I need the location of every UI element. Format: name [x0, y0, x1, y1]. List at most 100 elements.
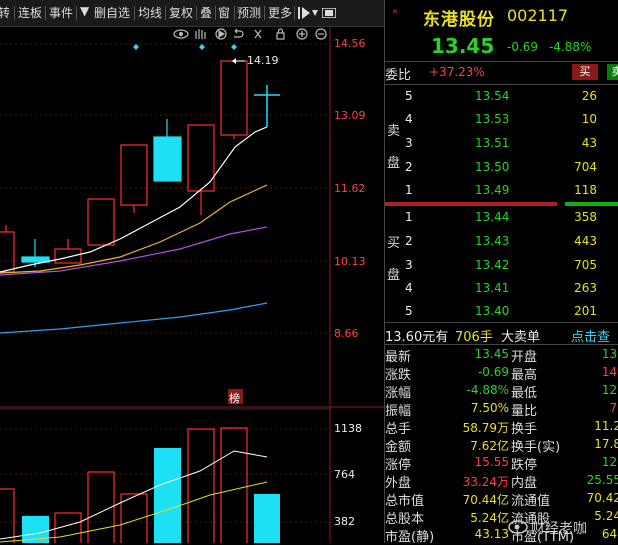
ask-price: 13.49 [475, 183, 510, 197]
stat-value: 58.79万 [462, 421, 509, 435]
bid-volume: 443 [574, 234, 597, 248]
watermark-text: 财经老咖 [531, 521, 587, 537]
vol-bar-up [220, 427, 248, 543]
ask-volume: 43 [581, 136, 597, 150]
window-button[interactable]: 窗 [218, 4, 230, 21]
event-marker [231, 44, 237, 50]
click-to-view-link[interactable]: 点击查 [571, 326, 610, 345]
stat-label: 内盘 [511, 476, 538, 491]
bid-price: 13.44 [475, 210, 510, 224]
stat-value: 33.24万 [462, 475, 509, 489]
stat-label: 市盈(静) [385, 530, 435, 545]
toolbar-item-events[interactable]: 事件 [49, 4, 73, 21]
toolbar-item-zhuan[interactable]: 转 [0, 4, 10, 21]
bigorder-price-text: 13.60元有 [385, 330, 449, 345]
stat-value: 43.13 [474, 527, 509, 541]
stat-label: 总手 [385, 422, 412, 437]
bid-level: 2 [405, 234, 413, 248]
price-tick: 14.56 [334, 37, 366, 50]
bid-volume: 705 [574, 258, 597, 272]
bid-level: 3 [405, 258, 413, 272]
ask-level: 1 [405, 183, 413, 197]
undo-icon [234, 28, 244, 38]
overlay-button[interactable]: 叠 [200, 4, 212, 21]
stat-value: 5.24亿 [470, 511, 509, 525]
vol-bar-up [120, 493, 148, 543]
forecast-button[interactable]: 预测 [237, 4, 261, 21]
pin-arrow-icon[interactable] [298, 6, 318, 20]
event-marker [199, 44, 205, 50]
bid-volume: 263 [574, 281, 597, 295]
price-change-pct: -4.88% [549, 40, 592, 54]
last-price: 13.45 [431, 34, 495, 58]
ask-level: 3 [405, 136, 413, 150]
volume-bars [0, 427, 280, 543]
stat-value: 11.2 [594, 419, 618, 433]
stat-value: 12. [601, 383, 618, 397]
remove-watchlist-button[interactable]: 删自选 [94, 4, 130, 21]
flag-icon: ᴿ [393, 9, 398, 20]
event-marker [133, 44, 139, 50]
ma-button[interactable]: 均线 [138, 4, 162, 21]
candles [0, 60, 280, 273]
scissors-icon [254, 29, 262, 39]
vol-bar-down [254, 494, 280, 543]
ask-price: 13.51 [475, 136, 510, 150]
ask-price: 13.53 [475, 112, 510, 126]
stat-label: 量比 [511, 404, 538, 419]
kline-chart[interactable]: 14.56 13.09 11.62 10.13 8.66 1138 764 38… [0, 27, 384, 543]
bid-price: 13.42 [475, 258, 510, 272]
sell-button[interactable]: 卖 [607, 64, 618, 80]
stat-label: 振幅 [385, 404, 412, 419]
sell-side-label: 卖盘 [387, 124, 401, 171]
stat-value: 7.62亿 [470, 439, 509, 453]
ask-volume: 10 [581, 112, 597, 126]
quote-panel: ᴿ 东港股份 002117 13.45 -0.69 -4.88% 委比 +37.… [384, 0, 618, 545]
rank-badge[interactable]: 榜 [229, 390, 240, 406]
adjust-button[interactable]: 复权 [169, 4, 193, 21]
stat-value: 17.8 [594, 437, 618, 451]
stat-label: 流通值 [511, 494, 551, 509]
stat-label: 跌停 [511, 458, 538, 473]
ask-level: 5 [405, 89, 413, 103]
price-tick: 13.09 [334, 109, 366, 122]
stat-label: 最高 [511, 368, 538, 383]
stat-value: 14. [601, 365, 618, 379]
bid-price: 13.40 [475, 304, 510, 318]
candle-up [0, 231, 15, 273]
bid-volume: 201 [574, 304, 597, 318]
ask-volume: 704 [574, 160, 597, 174]
stat-value: -4.88% [466, 383, 509, 397]
stat-label: 外盘 [385, 476, 412, 491]
vol-bar-down [154, 448, 181, 543]
stat-label: 涨跌 [385, 368, 412, 383]
dropdown-arrow-icon[interactable]: ▼ [80, 4, 89, 18]
candle-up [54, 248, 82, 264]
bid-level: 4 [405, 281, 413, 295]
bigorder-type: 大卖单 [501, 330, 541, 345]
buy-button[interactable]: 买 [572, 64, 598, 80]
ma5-line [0, 126, 268, 273]
ask-level: 2 [405, 160, 413, 174]
stat-value: 12. [601, 455, 618, 469]
lock-icon [276, 32, 285, 40]
bigorder-volume: 706手 [455, 330, 493, 345]
stat-label: 涨停 [385, 458, 412, 473]
toolbar-item-lianban[interactable]: 连板 [18, 4, 42, 21]
stat-label: 最低 [511, 386, 538, 401]
more-button[interactable]: 更多 [268, 4, 292, 21]
weibi-label: 委比 [385, 68, 412, 83]
bid-ask-ratio-bar-green [565, 202, 618, 206]
stat-value: 15.55 [474, 455, 509, 469]
bid-volume: 358 [574, 210, 597, 224]
stat-value: 7.50% [470, 401, 509, 415]
volume-tick: 382 [334, 515, 355, 528]
stat-value: 13.45 [474, 347, 509, 361]
price-change: -0.69 [507, 40, 539, 54]
ma60-line [0, 302, 268, 334]
bid-price: 13.41 [475, 281, 510, 295]
stat-label: 涨幅 [385, 386, 412, 401]
price-tick: 11.62 [334, 182, 366, 195]
stock-name: 东港股份 [423, 10, 495, 30]
chart-toggle-icon[interactable] [322, 8, 336, 18]
